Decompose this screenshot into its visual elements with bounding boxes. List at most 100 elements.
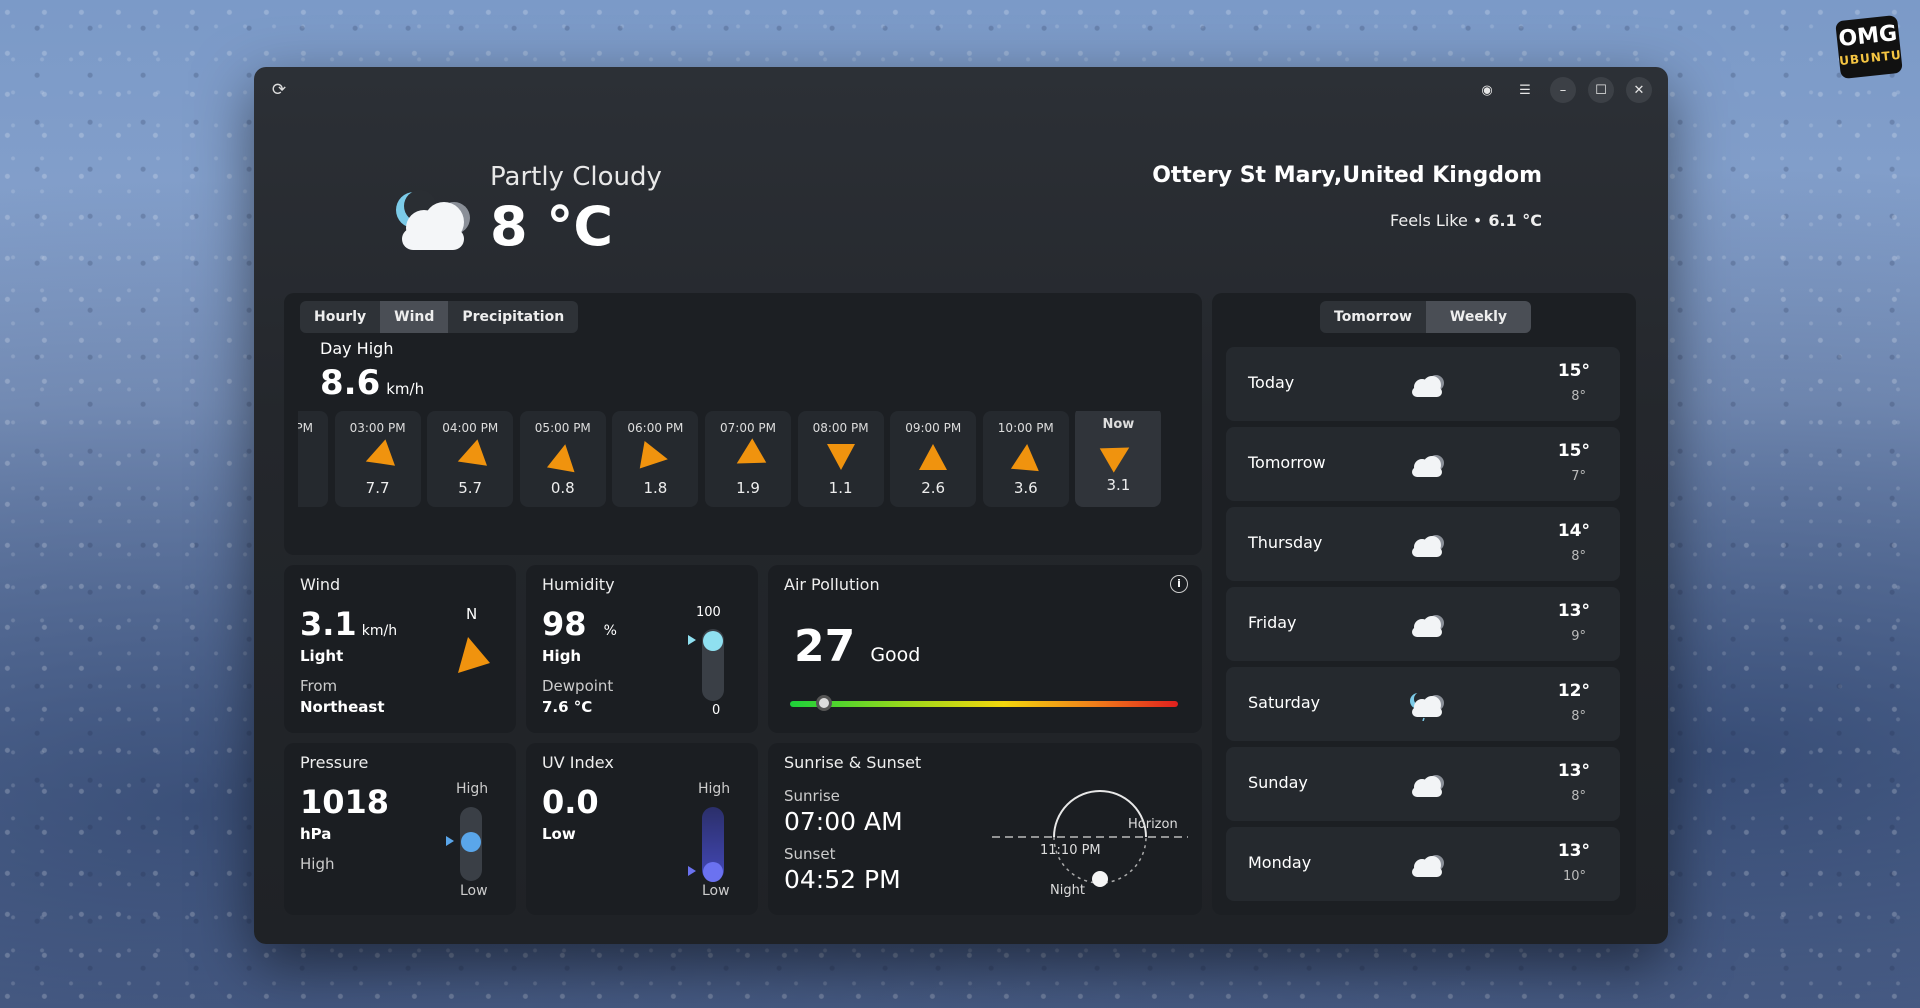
pressure-value: 1018	[300, 783, 390, 821]
hour-time: Now	[1102, 417, 1135, 432]
info-icon[interactable]: i	[1170, 575, 1188, 593]
tab-wind[interactable]: Wind	[380, 301, 449, 333]
tab-tomorrow[interactable]: Tomorrow	[1320, 301, 1426, 333]
pressure-card: Pressure 1018 hPa High High Low	[284, 743, 516, 915]
uv-low-label: Low	[702, 883, 730, 899]
hour-time: 04:00 PM	[442, 421, 499, 435]
wind-from-label: From	[300, 677, 338, 695]
day-high: 13°	[1557, 761, 1590, 781]
maximize-icon[interactable]: ☐	[1588, 77, 1614, 103]
day-name: Sunday	[1248, 773, 1308, 792]
day-row[interactable]: Sunday 13° 8°	[1226, 747, 1620, 821]
sunrise-label: Sunrise	[784, 787, 840, 805]
humidity-card: Humidity 98 % High Dewpoint 7.6 °C 100 0	[526, 565, 758, 733]
hour-time: 10:00 PM	[997, 421, 1054, 435]
humidity-min: 0	[712, 703, 721, 718]
air-value: 27	[794, 621, 856, 672]
forecast-panel: Hourly Wind Precipitation Day High 8.6 km…	[284, 293, 1202, 555]
day-high: 15°	[1557, 441, 1590, 461]
tab-weekly[interactable]: Weekly	[1425, 301, 1532, 333]
wind-arrow-icon	[919, 444, 948, 470]
day-low: 8°	[1571, 389, 1586, 404]
uv-high-label: High	[698, 781, 731, 797]
pressure-marker-icon	[446, 836, 454, 847]
hour-time: 03:00 PM	[349, 421, 406, 435]
day-name: Tomorrow	[1248, 453, 1326, 472]
hour-card: 04:00 PM 5.7	[427, 411, 514, 507]
hour-time: 02:00 PM	[298, 421, 313, 435]
humidity-desc: High	[542, 647, 582, 665]
humidity-marker-icon	[688, 635, 696, 646]
pressure-gauge	[446, 807, 482, 881]
uv-value: 0.0	[542, 783, 599, 821]
day-row[interactable]: Tomorrow 15° 7°	[1226, 427, 1620, 501]
uv-index-card: UV Index 0.0 Low High Low	[526, 743, 758, 915]
hour-wind-value: 3.1	[298, 479, 328, 497]
pressure-low-label: Low	[460, 883, 488, 899]
day-high: 15°	[1557, 361, 1590, 381]
current-temperature: 8 °C	[490, 195, 614, 258]
hour-wind-value: 3.6	[1013, 479, 1038, 497]
hour-time: 08:00 PM	[812, 421, 869, 435]
day-high-label: Day High	[320, 339, 394, 358]
day-row[interactable]: Friday 13° 9°	[1226, 587, 1620, 661]
day-row[interactable]: Thursday 14° 8°	[1226, 507, 1620, 581]
hour-time: 07:00 PM	[720, 421, 776, 435]
day-low: 8°	[1571, 789, 1586, 804]
hour-card: 02:00 PM 3.1	[298, 411, 328, 507]
humidity-value: 98	[542, 605, 587, 643]
sunset-label: Sunset	[784, 845, 836, 863]
day-row[interactable]: Saturday 12° 8°	[1226, 667, 1620, 741]
tab-precipitation[interactable]: Precipitation	[448, 301, 579, 333]
wind-arrow-icon	[826, 444, 855, 470]
wind-arrow-icon	[546, 441, 579, 473]
weather-window: ⟳ ◉ ☰ – ☐ ✕ Partly Cloudy 8 °C Ottery St…	[254, 67, 1668, 944]
humidity-title: Humidity	[542, 575, 615, 594]
hour-card: Now 3.1	[1075, 411, 1162, 507]
pressure-unit: hPa	[300, 825, 332, 843]
compass-north: N	[466, 605, 478, 623]
day-high: 12°	[1557, 681, 1590, 701]
minimize-icon[interactable]: –	[1550, 77, 1576, 103]
cloud-icon	[1412, 535, 1444, 557]
air-quality-bar	[790, 695, 1178, 711]
day-row[interactable]: Monday 13° 10°	[1226, 827, 1620, 901]
hour-wind-value: 2.6	[921, 479, 946, 497]
day-low: 9°	[1571, 629, 1586, 644]
hourly-strip[interactable]: 02:00 PM 3.1 03:00 PM 7.7 04:00 PM 5.7 05:00 P…	[298, 411, 1176, 507]
day-row[interactable]: Today 15° 8°	[1226, 347, 1620, 421]
hour-time: 09:00 PM	[905, 421, 962, 435]
uv-marker-icon	[688, 866, 696, 876]
dewpoint-label: Dewpoint	[542, 677, 614, 695]
cloud-icon	[1412, 455, 1444, 477]
day-name: Monday	[1248, 853, 1312, 872]
cloud-icon	[1412, 775, 1444, 797]
hour-wind-value: 1.9	[736, 479, 760, 497]
pressure-title: Pressure	[300, 753, 369, 772]
refresh-icon[interactable]: ⟳	[268, 79, 290, 101]
day-low: 8°	[1571, 709, 1586, 724]
humidity-max: 100	[696, 605, 721, 620]
hour-time: 06:00 PM	[627, 421, 684, 435]
location-icon[interactable]: ◉	[1474, 77, 1500, 103]
uv-title: UV Index	[542, 753, 614, 772]
sun-title: Sunrise & Sunset	[784, 753, 922, 772]
day-name: Saturday	[1248, 693, 1321, 712]
day-name: Today	[1248, 373, 1295, 392]
close-icon[interactable]: ✕	[1626, 77, 1652, 103]
hour-card: 08:00 PM 1.1	[797, 411, 884, 507]
tab-hourly[interactable]: Hourly	[300, 301, 381, 333]
location-name: Ottery St Mary,United Kingdom	[1152, 163, 1542, 188]
hour-wind-value: 1.1	[828, 479, 853, 497]
day-low: 7°	[1571, 469, 1586, 484]
menu-icon[interactable]: ☰	[1512, 77, 1538, 103]
forecast-tabs: Hourly Wind Precipitation	[300, 301, 579, 333]
uv-gauge-knob	[703, 862, 723, 882]
day-low: 8°	[1571, 549, 1586, 564]
hour-card: 05:00 PM 0.8	[519, 411, 606, 507]
dewpoint-value: 7.6 °C	[542, 698, 593, 716]
hour-card: 03:00 PM 7.7	[334, 411, 421, 507]
hour-card: 10:00 PM 3.6	[982, 411, 1069, 507]
cloud-icon	[1412, 855, 1444, 877]
wind-title: Wind	[300, 575, 341, 594]
